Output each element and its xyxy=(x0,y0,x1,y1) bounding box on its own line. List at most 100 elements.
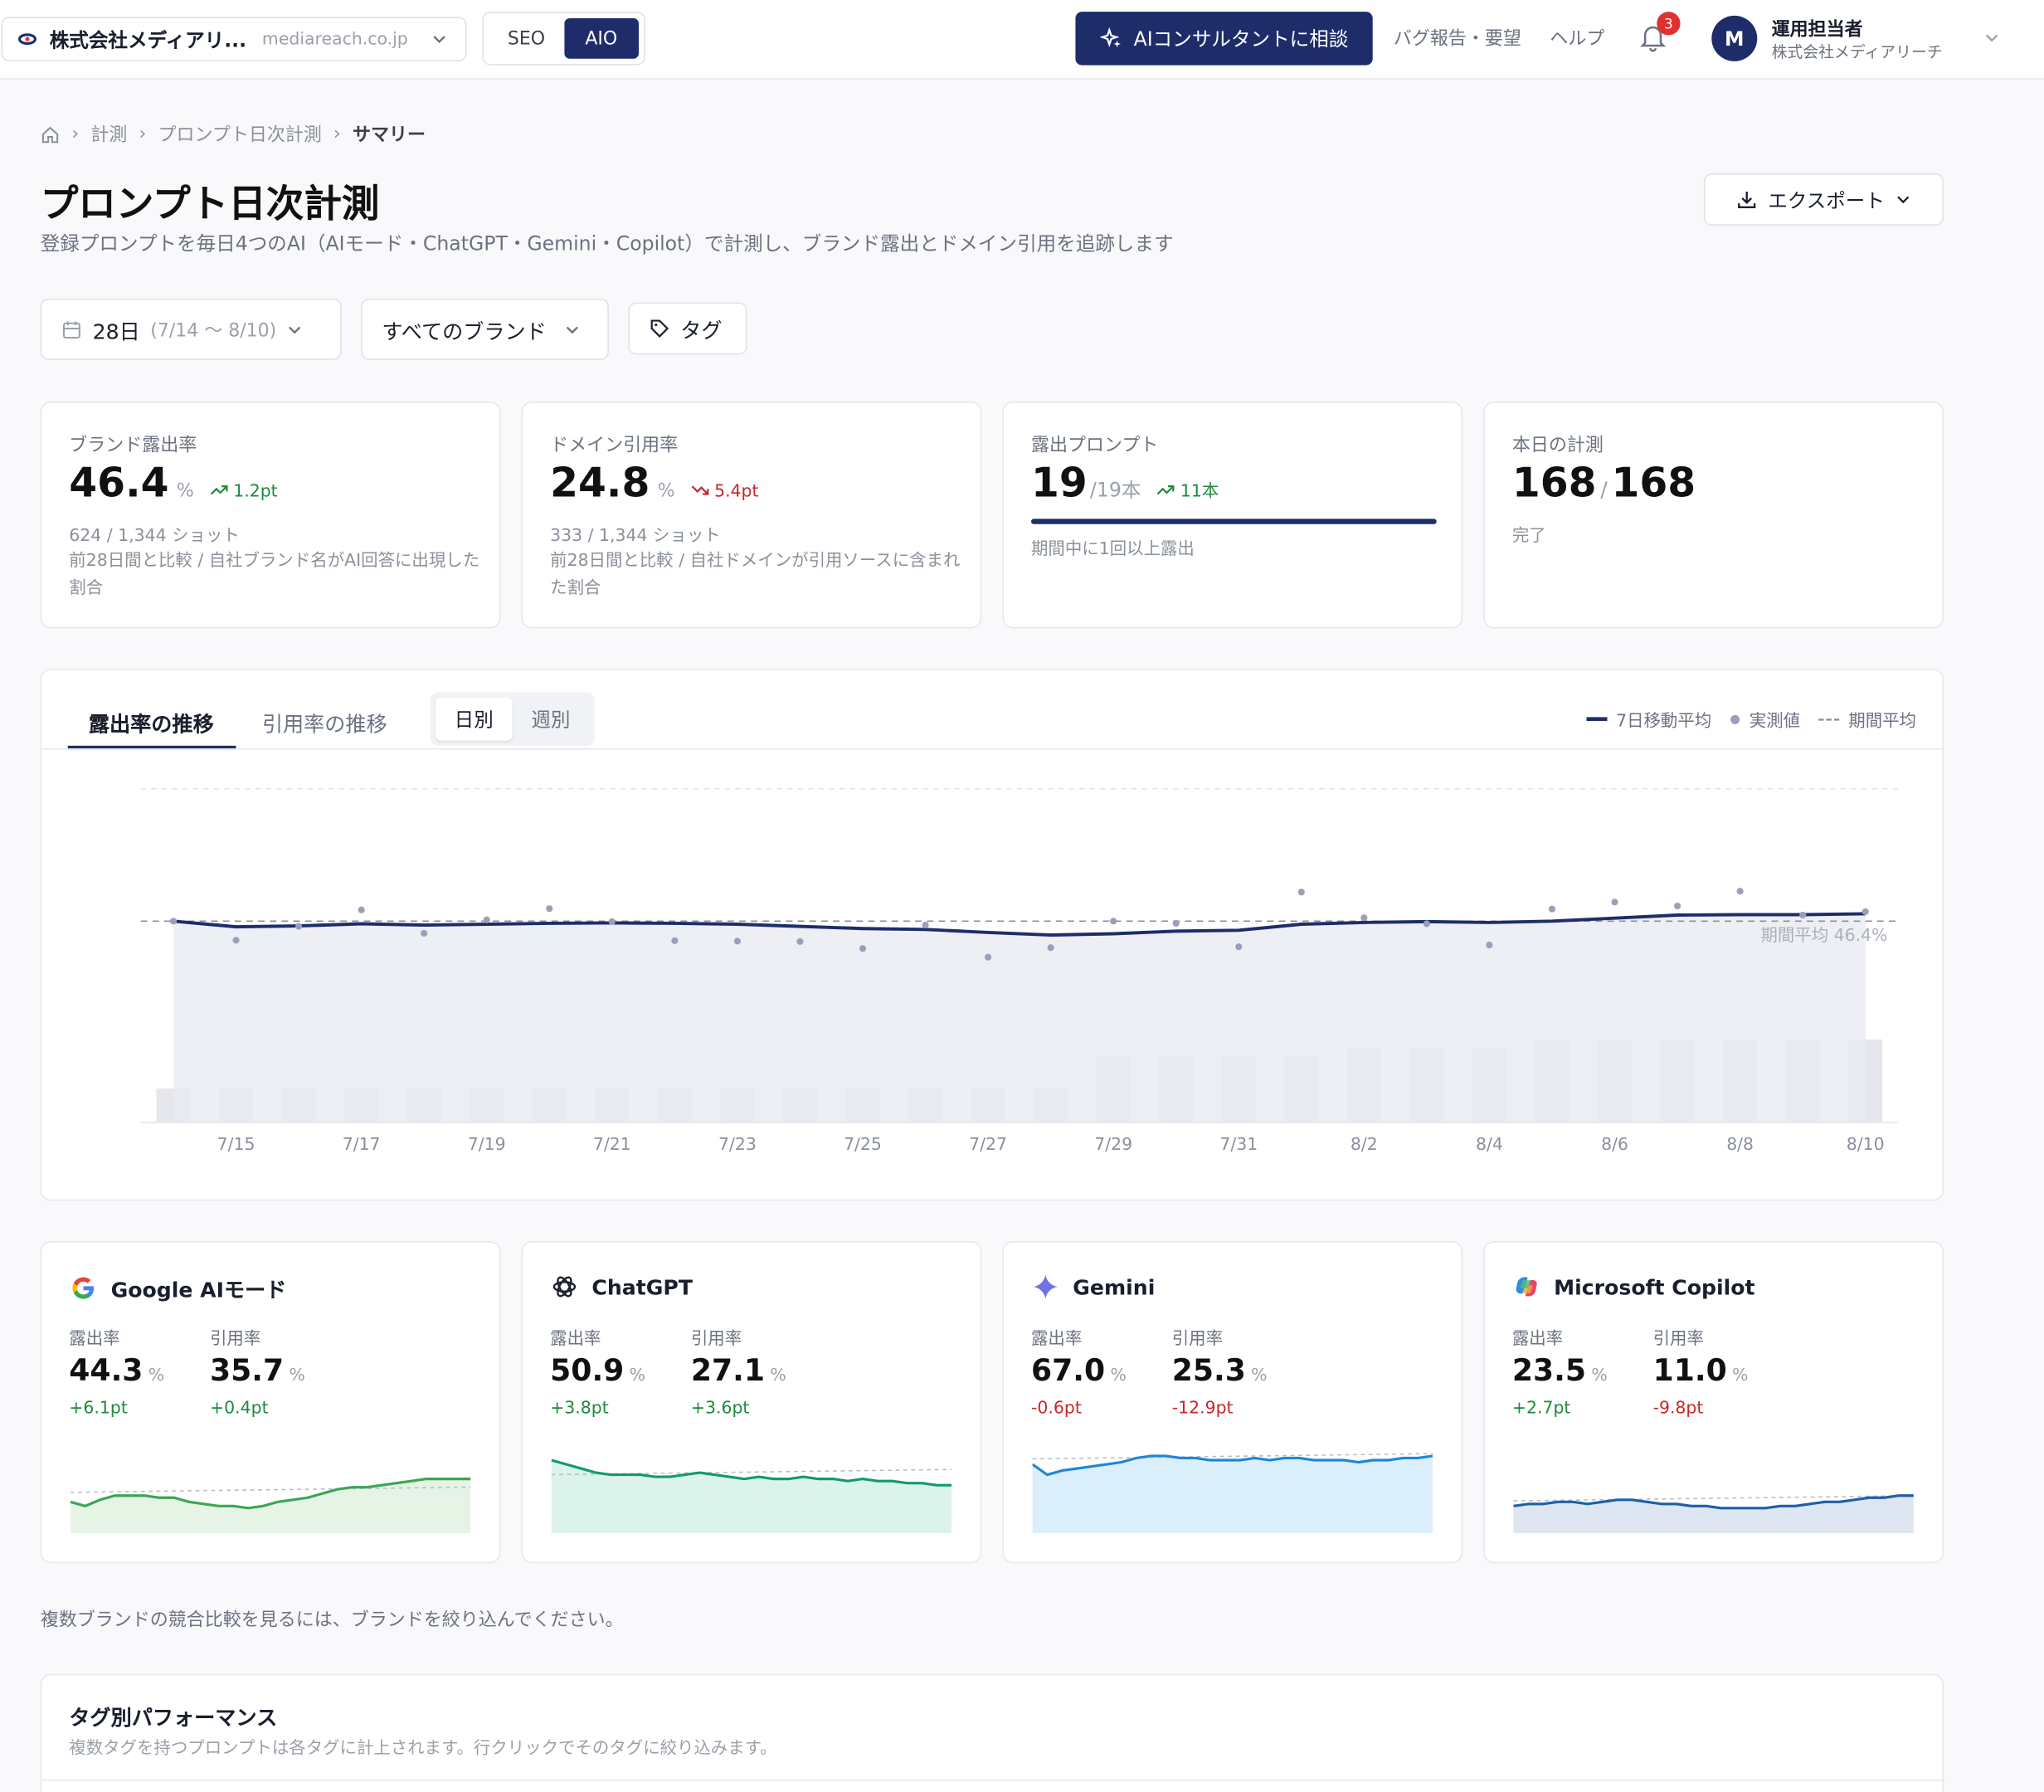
kpi-delta: 1.2pt xyxy=(210,482,278,502)
actual-point xyxy=(1110,918,1117,925)
divider xyxy=(41,1780,1945,1781)
exposure-delta: +2.7pt xyxy=(1511,1399,1571,1419)
home-icon[interactable] xyxy=(41,124,61,144)
kpi-sub: 333 / 1,344 ショット xyxy=(550,526,721,547)
breadcrumb-item[interactable]: 計測 xyxy=(90,121,127,147)
unit: % xyxy=(289,1366,305,1386)
engine-name: Google AIモード xyxy=(110,1278,287,1303)
x-tick-label: 8/6 xyxy=(1601,1134,1628,1154)
kpi-brand-exposure: ブランド露出率 46.4 % 1.2pt 624 / 1,344 ショット 前2… xyxy=(40,402,501,629)
kpi-domain-citation: ドメイン引用率 24.8 % 5.4pt 333 / 1,344 ショット 前2… xyxy=(521,402,982,629)
actual-point xyxy=(358,906,365,913)
kpi-sep: / xyxy=(1600,477,1608,503)
actual-point xyxy=(1862,908,1869,915)
kpi-total: 168 xyxy=(1611,460,1696,508)
citation-label: 引用率 xyxy=(1171,1329,1224,1350)
mode-switch: SEO AIO xyxy=(482,12,645,66)
actual-point xyxy=(483,916,490,923)
engine-name: Microsoft Copilot xyxy=(1554,1274,1755,1299)
tag-filter-button[interactable]: タグ xyxy=(628,302,747,355)
engine-card-google[interactable]: Google AIモード 露出率 引用率 44.3% 35.7% +6.1pt … xyxy=(40,1241,501,1564)
exposure-value: 44.3 xyxy=(69,1354,144,1389)
tag-performance-title: タグ別パフォーマンス xyxy=(69,1705,278,1731)
brand-select[interactable]: すべてのブランド xyxy=(361,298,609,360)
x-tick-label: 7/31 xyxy=(1219,1134,1258,1154)
kpi-label: 露出プロンプト xyxy=(1031,435,1159,456)
chevron-down-icon[interactable] xyxy=(1984,30,2000,46)
actual-point xyxy=(546,905,553,913)
ai-consult-button[interactable]: AIコンサルタントに相談 xyxy=(1075,12,1373,66)
exposure-label: 露出率 xyxy=(69,1329,120,1350)
actual-point xyxy=(1235,943,1243,951)
citation-value: 27.1 xyxy=(690,1354,766,1389)
trend-up-icon xyxy=(1157,485,1175,495)
engine-card-gemini[interactable]: Gemini 露出率 引用率 67.0% 25.3% -0.6pt -12.9p… xyxy=(1002,1241,1463,1564)
actual-point xyxy=(608,918,616,925)
kpi-delta: 5.4pt xyxy=(691,482,759,502)
engine-sparkline xyxy=(551,1458,952,1534)
chevron-down-icon xyxy=(567,325,579,334)
download-icon xyxy=(1738,192,1756,209)
x-tick-label: 7/27 xyxy=(969,1134,1007,1154)
top-bar: 株式会社メディアリ... mediareach.co.jp SEO AIO AI… xyxy=(0,0,2044,80)
exposure-label: 露出率 xyxy=(1511,1329,1564,1350)
actual-point xyxy=(1611,898,1618,906)
user-name[interactable]: 運用担当者 xyxy=(1772,16,1863,41)
engine-sparkline xyxy=(70,1478,471,1534)
kpi-label: 本日の計測 xyxy=(1511,435,1604,456)
exposure-delta: -0.6pt xyxy=(1031,1399,1082,1419)
project-selector[interactable]: 株式会社メディアリ... mediareach.co.jp xyxy=(1,17,467,61)
kpi-sub: 624 / 1,344 ショット xyxy=(69,526,240,547)
page-subtitle: 登録プロンプトを毎日4つのAI（AIモード・ChatGPT・Gemini・Cop… xyxy=(40,231,1174,256)
unit: % xyxy=(1251,1366,1268,1386)
breadcrumb-item[interactable]: プロンプト日次計測 xyxy=(158,121,321,147)
avatar[interactable]: M xyxy=(1711,15,1758,61)
help-link[interactable]: ヘルプ xyxy=(1550,25,1604,51)
project-domain: mediareach.co.jp xyxy=(261,29,408,49)
kpi-exposed-prompts: 露出プロンプト 19 /19本 11本 期間中に1回以上露出 xyxy=(1002,402,1463,629)
actual-point xyxy=(1736,888,1744,895)
actual-point xyxy=(671,937,679,944)
engine-card-chatgpt[interactable]: ChatGPT 露出率 引用率 50.9% 27.1% +3.8pt +3.6p… xyxy=(521,1241,982,1564)
citation-value: 35.7 xyxy=(210,1354,285,1389)
unit: % xyxy=(148,1366,165,1386)
sparkline-area xyxy=(70,1478,471,1534)
page-title: プロンプト日次計測 xyxy=(40,181,380,226)
kpi-delta: 11本 xyxy=(1156,477,1219,502)
kpi-sub: 期間中に1回以上露出 xyxy=(1031,539,1195,560)
x-tick-label: 7/17 xyxy=(343,1134,381,1154)
chevron-right-icon: › xyxy=(71,124,80,145)
chevron-down-icon xyxy=(1896,196,1910,204)
period-select[interactable]: 28日 (7/14 〜 8/10) xyxy=(40,298,342,360)
x-tick-label: 7/19 xyxy=(468,1134,506,1154)
kpi-delta-value: 11本 xyxy=(1180,482,1219,503)
breadcrumb: › 計測 › プロンプト日次計測 › サマリー xyxy=(41,121,426,147)
bug-report-link[interactable]: バグ報告・要望 xyxy=(1394,25,1521,51)
x-tick-label: 8/10 xyxy=(1847,1134,1885,1154)
export-button[interactable]: エクスポート xyxy=(1703,173,1944,226)
x-tick-label: 7/25 xyxy=(844,1134,882,1154)
exposure-label: 露出率 xyxy=(1031,1329,1083,1350)
mode-seo-button[interactable]: SEO xyxy=(489,18,563,59)
kpi-value: 46.4 xyxy=(69,460,169,508)
x-tick-label: 8/4 xyxy=(1476,1134,1503,1154)
period-range: (7/14 〜 8/10) xyxy=(150,319,277,341)
kpi-label: ドメイン引用率 xyxy=(550,435,679,456)
unit: % xyxy=(1110,1366,1127,1386)
kpi-label: ブランド露出率 xyxy=(69,435,197,456)
engine-card-copilot[interactable]: Microsoft Copilot 露出率 引用率 23.5% 11.0% +2… xyxy=(1483,1241,1944,1564)
kpi-today: 本日の計測 168 / 168 完了 xyxy=(1483,402,1944,629)
unit: % xyxy=(629,1366,646,1386)
actual-point xyxy=(922,921,929,929)
tag-performance-subtitle: 複数タグを持つプロンプトは各タグに計上されます。行クリックでそのタグに絞り込みま… xyxy=(69,1739,777,1759)
x-tick-label: 7/21 xyxy=(593,1134,631,1154)
brand-compare-note: 複数ブランドの競合比較を見るには、ブランドを絞り込んでください。 xyxy=(40,1609,624,1631)
project-logo-icon xyxy=(18,33,37,46)
actual-point xyxy=(1486,942,1493,949)
exposure-delta: +6.1pt xyxy=(69,1399,128,1419)
kpi-desc: 前28日間と比較 / 自社ドメインが引用ソースに含まれた割合 xyxy=(550,551,961,599)
actual-point xyxy=(1047,944,1054,952)
actual-point xyxy=(1548,905,1556,913)
mode-aio-button[interactable]: AIO xyxy=(563,18,640,59)
tag-performance-card: タグ別パフォーマンス 複数タグを持つプロンプトは各タグに計上されます。行クリック… xyxy=(40,1673,1945,1792)
